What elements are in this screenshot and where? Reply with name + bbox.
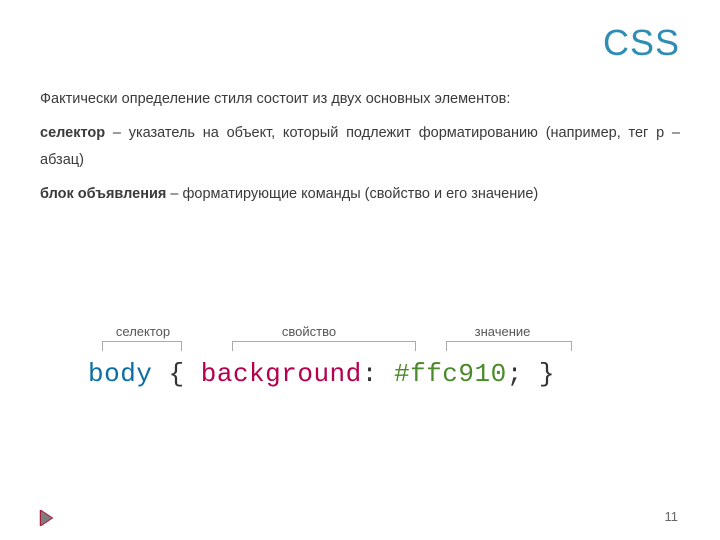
diagram-labels: селектор свойство значение [88,324,632,339]
play-icon [38,510,54,526]
bracket-selector [102,341,182,351]
selector-term: селектор [40,125,105,141]
token-property: background [201,359,362,389]
css-rule-diagram: селектор свойство значение body { backgr… [88,324,632,389]
label-value: значение [420,324,585,339]
token-brace-close: } [523,359,555,389]
selector-paragraph: селектор – указатель на объект, который … [40,120,680,175]
bracket-value [446,341,572,351]
intro-paragraph: Фактически определение стиля состоит из … [40,86,680,114]
block-term: блок объявления [40,186,166,202]
code-example: body { background: #ffc910; } [88,359,632,389]
token-space [378,359,394,389]
diagram-brackets [88,341,632,351]
label-selector: селектор [88,324,198,339]
bracket-property [232,341,416,351]
block-paragraph: блок объявления – форматирующие команды … [40,181,680,209]
token-colon: : [362,359,378,389]
page-title: CSS [603,22,680,64]
token-brace-open: { [152,359,200,389]
block-definition: – форматирующие команды (свойство и его … [166,186,538,202]
token-semicolon: ; [507,359,523,389]
selector-definition: – указатель на объект, который подлежит … [40,125,680,169]
token-selector: body [88,359,152,389]
token-value: #ffc910 [394,359,507,389]
label-property: свойство [198,324,420,339]
page-number: 11 [665,509,679,524]
body-text: Фактически определение стиля состоит из … [40,86,680,214]
